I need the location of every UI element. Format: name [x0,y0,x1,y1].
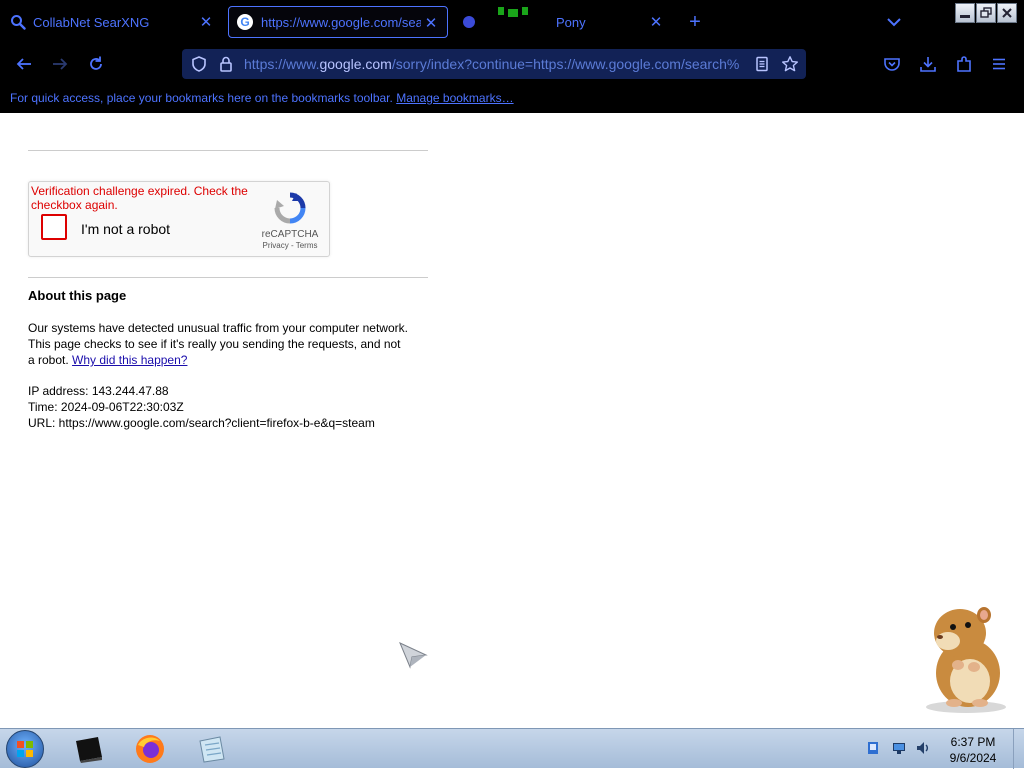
new-tab-button[interactable]: + [686,12,704,32]
close-window-button[interactable] [997,3,1017,23]
search-icon [11,15,26,30]
volume-icon[interactable] [916,741,930,755]
request-url: URL: https://www.google.com/search?clien… [28,416,375,430]
pocket-icon[interactable] [882,54,902,74]
tab-title: https://www.google.com/sear [261,14,421,30]
why-link[interactable]: Why did this happen? [72,353,187,367]
reader-view-icon[interactable] [753,55,771,73]
url-bar[interactable]: https://www.google.com/sorry/index?conti… [182,49,806,79]
recaptcha-error: Verification challenge expired. Check th… [31,184,248,212]
recaptcha-checkbox[interactable] [41,214,67,240]
tab-searxng[interactable]: CollabNet SearXNG ✕ [0,6,222,38]
hamster-mascot-icon [926,607,1006,713]
divider [28,150,428,151]
browser-chrome: CollabNet SearXNG ✕ G https://www.google… [0,0,1024,113]
notepad-icon[interactable] [196,733,228,765]
recaptcha-logo-icon [274,192,306,224]
tab-google[interactable]: G https://www.google.com/sear ✕ [228,6,448,38]
back-icon[interactable] [14,54,34,74]
clock-time: 6:37 PM [950,735,996,749]
restore-button[interactable] [976,3,996,23]
divider [28,277,428,278]
recaptcha-brand: reCAPTCHA [261,229,319,240]
reload-icon[interactable] [86,54,106,74]
menu-icon[interactable] [989,54,1009,74]
close-tab-icon[interactable]: ✕ [198,13,214,31]
minimize-button[interactable] [955,3,975,23]
forward-icon[interactable] [50,54,70,74]
tab-pony[interactable]: Pony ✕ [452,6,672,38]
google-icon: G [237,14,253,30]
url-text[interactable]: https://www.google.com/sorry/index?conti… [244,56,739,72]
close-tab-icon[interactable]: ✕ [648,13,664,31]
url-prefix: https://www. [244,56,320,72]
restore-icon [980,7,992,18]
page-content: Verification challenge expired. Check th… [0,113,1024,728]
manage-bookmarks-link[interactable]: Manage bookmarks… [396,91,513,105]
navigation-toolbar: https://www.google.com/sorry/index?conti… [0,44,1024,84]
network-icon[interactable] [892,741,906,755]
windows-logo-icon [17,741,33,757]
window-controls [955,3,1017,23]
system-clock[interactable]: 6:37 PM 9/6/2024 [935,734,1011,766]
minimize-icon [960,15,970,18]
recaptcha-widget: Verification challenge expired. Check th… [28,181,330,257]
pony-tab-icon [463,16,475,28]
bookmarks-toolbar: For quick access, place your bookmarks h… [10,91,514,105]
shield-icon[interactable] [190,55,208,73]
url-path: /sorry/index?continue=https://www.google… [391,56,739,72]
extensions-icon[interactable] [954,54,974,74]
start-button[interactable] [6,730,44,768]
tab-title: Pony [556,14,586,30]
list-all-tabs-icon[interactable] [884,12,904,32]
terminal-icon[interactable] [72,733,104,765]
clock-date: 9/6/2024 [949,751,997,765]
url-domain: google.com [319,56,392,72]
tab-bar: CollabNet SearXNG ✕ G https://www.google… [0,0,1024,44]
about-heading: About this page [28,288,127,303]
lock-icon[interactable] [217,55,235,73]
show-desktop-button[interactable] [1013,729,1024,769]
taskbar: 6:37 PM 9/6/2024 [0,728,1024,769]
bookmarks-hint: For quick access, place your bookmarks h… [10,91,393,105]
about-paragraph: Our systems have detected unusual traffi… [28,320,408,368]
recaptcha-label: I'm not a robot [81,221,171,237]
ip-address: IP address: 143.244.47.88 [28,384,169,398]
firefox-icon[interactable] [134,733,166,765]
action-center-icon[interactable] [866,741,880,755]
mouse-cursor-icon [399,642,428,669]
timestamp: Time: 2024-09-06T22:30:03Z [28,400,184,414]
close-tab-icon[interactable]: ✕ [423,14,439,32]
close-icon [1002,8,1012,18]
recaptcha-privacy-terms[interactable]: Privacy - Terms [255,241,325,250]
tab-title: CollabNet SearXNG [33,14,150,30]
bookmark-star-icon[interactable] [781,55,799,73]
downloads-icon[interactable] [918,54,938,74]
